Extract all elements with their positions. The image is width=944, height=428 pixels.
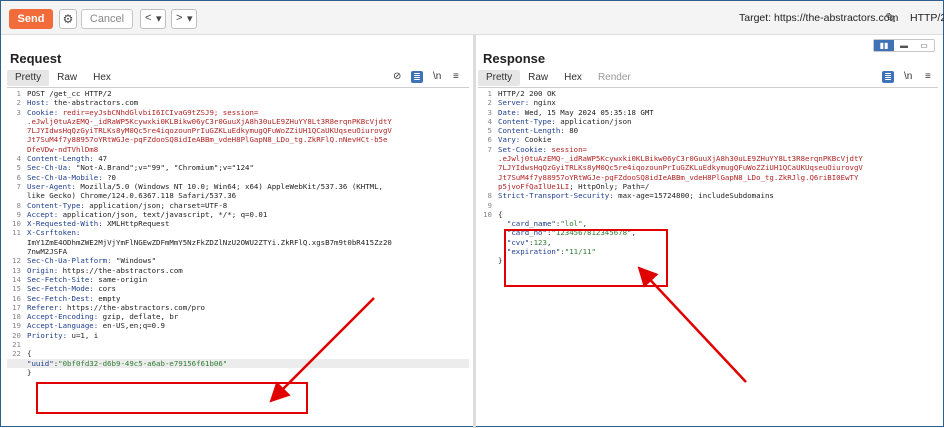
annotation-arrow-request bbox=[269, 297, 375, 403]
annotation-arrows bbox=[269, 266, 747, 403]
annotation-arrow-response bbox=[637, 266, 747, 383]
